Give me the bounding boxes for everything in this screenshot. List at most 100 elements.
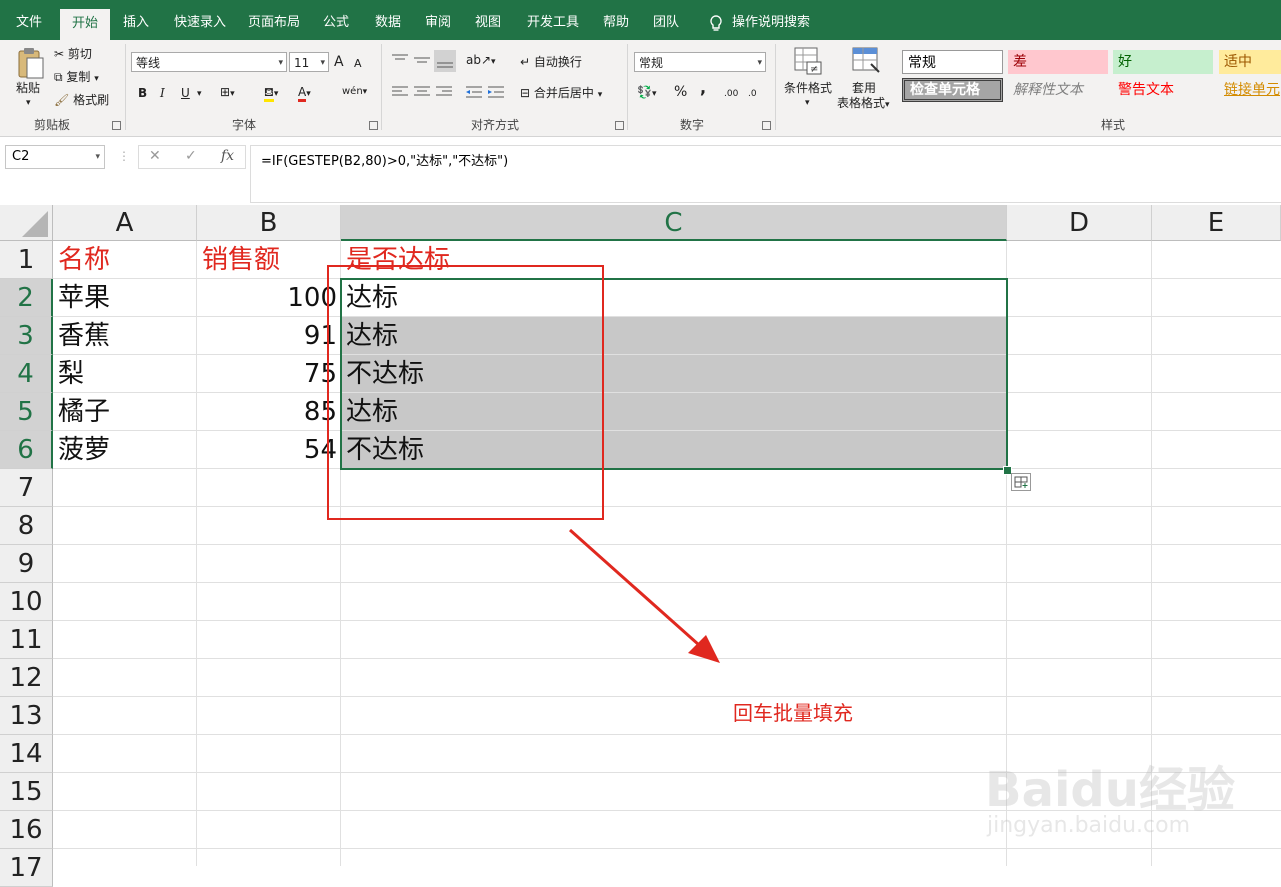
align-left-icon[interactable] <box>390 84 410 104</box>
cell-b6[interactable]: 54 <box>197 431 341 469</box>
number-format-combo[interactable]: 常规 ▾ <box>634 52 766 72</box>
tab-help[interactable]: 帮助 <box>596 8 636 40</box>
cut-button[interactable]: ✂ 剪切 <box>54 46 92 62</box>
align-right-icon[interactable] <box>434 84 454 104</box>
tab-view[interactable]: 视图 <box>468 8 508 40</box>
style-warning[interactable]: 警告文本 <box>1113 78 1213 102</box>
tab-page-layout[interactable]: 页面布局 <box>242 8 306 40</box>
column-header-d[interactable]: D <box>1007 205 1152 241</box>
style-neutral[interactable]: 适中 <box>1219 50 1281 74</box>
row-header[interactable]: 12 <box>0 659 53 697</box>
bold-button[interactable]: B <box>138 85 147 101</box>
cell-a5[interactable]: 橘子 <box>53 393 197 431</box>
conditional-dropdown-icon[interactable]: ▾ <box>805 95 810 111</box>
increase-decimal-button[interactable]: .00 <box>724 86 738 102</box>
increase-indent-icon[interactable] <box>486 84 506 104</box>
copy-button[interactable]: ⧉ 复制 ▾ <box>54 69 99 87</box>
row-header[interactable]: 3 <box>0 317 53 355</box>
tab-insert[interactable]: 插入 <box>116 8 156 40</box>
cell-a1[interactable]: 名称 <box>53 241 197 279</box>
number-launcher-icon[interactable] <box>762 121 771 130</box>
cell-b1[interactable]: 销售额 <box>197 241 341 279</box>
tab-file[interactable]: 文件 <box>8 8 50 40</box>
column-header-b[interactable]: B <box>197 205 341 241</box>
fill-color-button[interactable]: ⛾▾ <box>264 84 278 102</box>
cell-a3[interactable]: 香蕉 <box>53 317 197 355</box>
font-name-combo[interactable]: 等线 ▾ <box>131 52 287 72</box>
wrap-text-button[interactable]: ↵ 自动换行 <box>520 54 582 70</box>
column-header-c[interactable]: C <box>341 205 1007 241</box>
font-size-combo[interactable]: 11 ▾ <box>289 52 329 72</box>
enter-icon[interactable]: ✓ <box>185 148 197 164</box>
align-bottom-icon[interactable] <box>434 50 456 72</box>
formula-input[interactable]: =IF(GESTEP(B2,80)>0,"达标","不达标") <box>250 145 1281 203</box>
row-header[interactable]: 16 <box>0 811 53 849</box>
accounting-format-button[interactable]: 💱▾ <box>637 84 656 102</box>
tab-developer[interactable]: 开发工具 <box>520 8 586 40</box>
cell-b4[interactable]: 75 <box>197 355 341 393</box>
orientation-button[interactable]: ab↗▾ <box>466 52 496 70</box>
cell-b5[interactable]: 85 <box>197 393 341 431</box>
tab-quick-entry[interactable]: 快速录入 <box>168 8 232 40</box>
decrease-decimal-button[interactable]: .0 <box>748 86 757 102</box>
select-all-button[interactable] <box>0 205 53 241</box>
insert-function-icon[interactable]: fx <box>221 148 234 164</box>
row-header[interactable]: 6 <box>0 431 53 469</box>
grow-font-button[interactable]: A <box>334 54 344 70</box>
style-good[interactable]: 好 <box>1113 50 1213 74</box>
row-header[interactable]: 5 <box>0 393 53 431</box>
quick-analysis-icon[interactable] <box>1011 473 1031 491</box>
merge-center-button[interactable]: ⊟ 合并后居中 ▾ <box>520 85 602 103</box>
format-as-table-button[interactable]: 表格格式▾ <box>837 95 890 113</box>
style-linked-cell[interactable]: 链接单元 <box>1219 78 1281 102</box>
font-color-button[interactable]: A▾ <box>298 84 311 102</box>
cell-a6[interactable]: 菠萝 <box>53 431 197 469</box>
phonetic-button[interactable]: wén▾ <box>342 84 367 100</box>
percent-button[interactable]: % <box>674 84 687 100</box>
tab-home[interactable]: 开始 <box>60 9 110 40</box>
border-button[interactable]: ⊞▾ <box>220 84 235 102</box>
cell-b2[interactable]: 100 <box>197 279 341 317</box>
underline-dropdown-icon[interactable]: ▾ <box>197 86 202 102</box>
format-as-table-icon[interactable] <box>851 46 881 80</box>
row-header[interactable]: 8 <box>0 507 53 545</box>
name-box[interactable]: C2 ▾ <box>5 145 105 169</box>
align-center-icon[interactable] <box>412 84 432 104</box>
paste-icon[interactable] <box>13 46 47 82</box>
tell-me-search[interactable]: 操作说明搜索 <box>730 8 812 40</box>
italic-button[interactable]: I <box>160 85 165 101</box>
decrease-indent-icon[interactable] <box>464 84 484 104</box>
cell-a4[interactable]: 梨 <box>53 355 197 393</box>
style-check-cell[interactable]: 检查单元格 <box>902 78 1003 102</box>
underline-button[interactable]: U <box>181 85 190 101</box>
conditional-format-icon[interactable]: ≠ <box>793 46 823 80</box>
row-header[interactable]: 4 <box>0 355 53 393</box>
paste-button[interactable]: 粘贴 <box>16 80 40 96</box>
tab-formulas[interactable]: 公式 <box>316 8 356 40</box>
font-launcher-icon[interactable] <box>369 121 378 130</box>
tab-data[interactable]: 数据 <box>368 8 408 40</box>
row-header[interactable]: 7 <box>0 469 53 507</box>
row-header[interactable]: 2 <box>0 279 53 317</box>
align-top-icon[interactable] <box>390 52 410 72</box>
style-normal[interactable]: 常规 <box>902 50 1003 74</box>
row-header[interactable]: 9 <box>0 545 53 583</box>
cell-b3[interactable]: 91 <box>197 317 341 355</box>
row-header[interactable]: 13 <box>0 697 53 735</box>
clipboard-launcher-icon[interactable] <box>112 121 121 130</box>
conditional-format-button[interactable]: 条件格式 <box>784 80 832 96</box>
column-header-a[interactable]: A <box>53 205 197 241</box>
merge-dropdown-icon[interactable]: ▾ <box>598 90 603 100</box>
column-header-e[interactable]: E <box>1152 205 1281 241</box>
align-middle-icon[interactable] <box>412 52 432 72</box>
row-header[interactable]: 15 <box>0 773 53 811</box>
cell-a2[interactable]: 苹果 <box>53 279 197 317</box>
row-header[interactable]: 1 <box>0 241 53 279</box>
alignment-launcher-icon[interactable] <box>615 121 624 130</box>
style-bad[interactable]: 差 <box>1008 50 1108 74</box>
tab-review[interactable]: 审阅 <box>418 8 458 40</box>
row-header[interactable]: 10 <box>0 583 53 621</box>
row-header[interactable]: 17 <box>0 849 53 887</box>
tab-team[interactable]: 团队 <box>646 8 686 40</box>
row-header[interactable]: 11 <box>0 621 53 659</box>
